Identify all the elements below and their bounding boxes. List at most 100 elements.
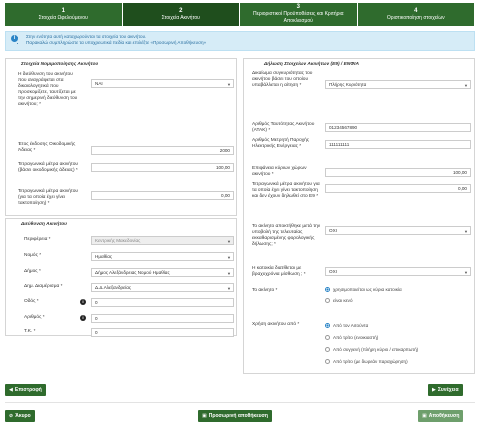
- prefecture-label: Νομός *: [24, 253, 42, 258]
- undeclared-sqm-label: Τετραγωνικά μέτρα ακινήτου για τα οποία …: [252, 182, 320, 199]
- select-value: Δήμος Αλεξάνδρειας Νομού Ημαθίας: [95, 270, 170, 275]
- next-button[interactable]: ▶ Συνέχεια: [428, 384, 463, 396]
- select-value: Ημαθίας: [95, 254, 113, 259]
- address-panel: Διεύθυνση Ακινήτου Περιφέρεια * Κεντρική…: [5, 218, 237, 337]
- e9-panel: Δήλωση Στοιχείων Ακινήτων (Ε9) / ΕΝΦΙΑ Δ…: [243, 58, 475, 374]
- step-number: 2: [179, 7, 183, 14]
- divider: [5, 402, 475, 403]
- radio-dot: [325, 323, 330, 329]
- back-button[interactable]: ◀ Επιστροφή: [5, 384, 46, 396]
- step-2[interactable]: 2 Στοιχεία Ακινήτου: [122, 3, 240, 26]
- info-badge-icon[interactable]: i: [80, 299, 86, 305]
- radio-dot: [325, 298, 330, 304]
- prefecture-select[interactable]: Ημαθίας ▼: [91, 252, 234, 261]
- short-lease-label: Η κατοικία διατίθεται με βραχυχρόνια μίσ…: [252, 266, 306, 277]
- sqm-input[interactable]: 100,00: [91, 163, 234, 172]
- save-button[interactable]: ▣ Αποθήκευση: [418, 410, 464, 422]
- rights-label: Δικαίωμα συγκυριότητας του ακινήτου βάσε…: [252, 71, 313, 88]
- atak-label: Αριθμός Ταυτότητας Ακινήτου (ΑΤΑΚ) *: [252, 122, 315, 133]
- radio-label: Από τον Αιτούντα: [333, 323, 369, 328]
- radio-label: Από τρίτο (με δωρεάν παραχώρηση): [333, 359, 408, 364]
- municipality-label: Δήμος *: [24, 269, 41, 274]
- step-number: 4: [414, 7, 418, 14]
- chevron-down-icon: ▼: [464, 83, 468, 88]
- info-alert: i Στην ενότητα αυτή καταχωρούνται τα στο…: [5, 31, 475, 51]
- select-value: ΝΑΙ: [95, 81, 103, 86]
- atak-input[interactable]: 01234567890: [325, 123, 471, 132]
- chevron-down-icon: ▼: [227, 239, 231, 244]
- step-label: Οριστικοποίηση στοιχείων: [386, 14, 445, 21]
- button-label: Συνέχεια: [437, 387, 459, 393]
- radio-dot: [325, 347, 330, 353]
- zip-label: Τ.Κ. *: [24, 329, 36, 334]
- chevron-down-icon: ▼: [227, 255, 231, 260]
- button-label: Αποθήκευση: [428, 413, 460, 419]
- step-1[interactable]: 1 Στοιχεία Ωφελούμενου: [5, 3, 123, 26]
- sqm-label: Τετραγωνικά μέτρα ακινήτου (βάσει οικοδο…: [18, 162, 79, 173]
- region-select: Κεντρικής Μακεδονίας ▼: [91, 236, 234, 245]
- cancel-icon: ⊘: [9, 413, 14, 419]
- rights-select[interactable]: Πλήρης Κυριότητα ▼: [325, 80, 471, 89]
- use-label: Χρήση ακινήτου από *: [252, 322, 300, 327]
- radio-empty[interactable]: είναι κενό: [325, 298, 353, 304]
- page: 1 Στοιχεία Ωφελούμενου 2 Στοιχεία Ακινήτ…: [0, 0, 480, 428]
- save-icon: ▣: [202, 413, 207, 419]
- step-4[interactable]: 4 Οριστικοποίηση στοιχείων: [357, 3, 475, 26]
- street-input[interactable]: 0: [91, 298, 234, 307]
- button-label: Άκυρο: [15, 413, 31, 419]
- region-label: Περιφέρεια *: [24, 237, 51, 242]
- step-3[interactable]: 3 Περιοριστικοί Προϋποθέσεις και Κριτήρι…: [240, 3, 358, 26]
- button-label: Προσωρινή αποθήκευση: [208, 413, 268, 419]
- sqm-regularized-label: Τετραγωνικά μέτρα ακινήτου (για τα οποία…: [18, 189, 79, 206]
- radio-use-free[interactable]: Από τρίτο (με δωρεάν παραχώρηση): [325, 359, 408, 365]
- panel-title: Δήλωση Στοιχείων Ακινήτων (Ε9) / ΕΝΦΙΑ: [264, 62, 359, 67]
- button-label: Επιστροφή: [14, 387, 42, 393]
- tax-question-select[interactable]: ΟΧΙ ▼: [325, 226, 471, 235]
- short-lease-select[interactable]: ΟΧΙ ▼: [325, 267, 471, 276]
- meter-label: Αριθμός Μετρητή Παροχής Ηλεκτρικής Ενέργ…: [252, 138, 310, 149]
- year-input[interactable]: 2000: [91, 146, 234, 155]
- step-number: 3: [296, 4, 300, 10]
- chevron-down-icon: ▼: [464, 229, 468, 234]
- save-icon: ▣: [422, 413, 427, 419]
- panel-title: Στοιχεία Νομιμοποίησης Ακινήτου: [21, 62, 99, 67]
- radio-label: είναι κενό: [333, 298, 353, 303]
- chevron-down-icon: ▼: [227, 271, 231, 276]
- number-input[interactable]: 0: [91, 314, 234, 323]
- temp-save-button[interactable]: ▣ Προσωρινή αποθήκευση: [198, 410, 272, 422]
- radio-use-relative[interactable]: Από συγγενή (πλήρη κύριο / επικαρπωτή): [325, 347, 419, 353]
- select-value: Δ.Δ.Αλεξανδρείας: [95, 285, 132, 290]
- main-sqm-label: Επιφάνεια κύριων χώρων ακινήτου *: [252, 166, 307, 177]
- sqm-regularized-input[interactable]: 0,00: [91, 191, 234, 200]
- chevron-down-icon: ▼: [227, 82, 231, 87]
- municipality-select[interactable]: Δήμος Αλεξάνδρειας Νομού Ημαθίας ▼: [91, 268, 234, 277]
- info-badge-icon[interactable]: i: [80, 315, 86, 321]
- radio-use-tenant[interactable]: Από τρίτο (ενοικιαστή): [325, 335, 379, 341]
- radio-label: Από συγγενή (πλήρη κύριο / επικαρπωτή): [333, 347, 419, 352]
- radio-dot: [325, 335, 330, 341]
- meter-input[interactable]: 111111111: [325, 140, 471, 149]
- info-icon: i: [11, 35, 18, 42]
- radio-label: Από τρίτο (ενοικιαστή): [333, 335, 379, 340]
- radio-label: χρησιμοποιείται ως κύρια κατοικία: [333, 287, 402, 292]
- undeclared-sqm-input[interactable]: 0,00: [325, 184, 471, 193]
- district-select[interactable]: Δ.Δ.Αλεξανδρείας ▼: [91, 283, 234, 292]
- arrow-left-icon: ◀: [9, 387, 13, 393]
- zip-input[interactable]: 0: [91, 328, 234, 337]
- year-label: Έτος έκδοσης Οικοδομικής Άδειας *: [18, 142, 76, 153]
- address-match-select[interactable]: ΝΑΙ ▼: [91, 79, 234, 88]
- info-line: Παρακαλώ συμπληρώστε τα υποχρεωτικά πεδί…: [26, 40, 468, 46]
- select-value: ΟΧΙ: [329, 228, 337, 233]
- radio-primary-residence[interactable]: χρησιμοποιείται ως κύρια κατοικία: [325, 287, 402, 293]
- select-value: Πλήρης Κυριότητα: [329, 82, 367, 87]
- chevron-down-icon: ▼: [227, 286, 231, 291]
- main-sqm-input[interactable]: 100,00: [325, 168, 471, 177]
- tax-question-label: Το ακίνητο αποκτήθηκε μετά την υποβολή τ…: [252, 224, 321, 247]
- number-label: Αριθμός *: [24, 315, 45, 320]
- step-label: Περιοριστικοί Προϋποθέσεις και Κριτήρια …: [252, 11, 344, 24]
- select-value: Κεντρικής Μακεδονίας: [95, 238, 141, 243]
- radio-dot: [325, 287, 330, 293]
- radio-dot: [325, 359, 330, 365]
- cancel-button[interactable]: ⊘ Άκυρο: [5, 410, 35, 422]
- radio-use-applicant[interactable]: Από τον Αιτούντα: [325, 323, 369, 329]
